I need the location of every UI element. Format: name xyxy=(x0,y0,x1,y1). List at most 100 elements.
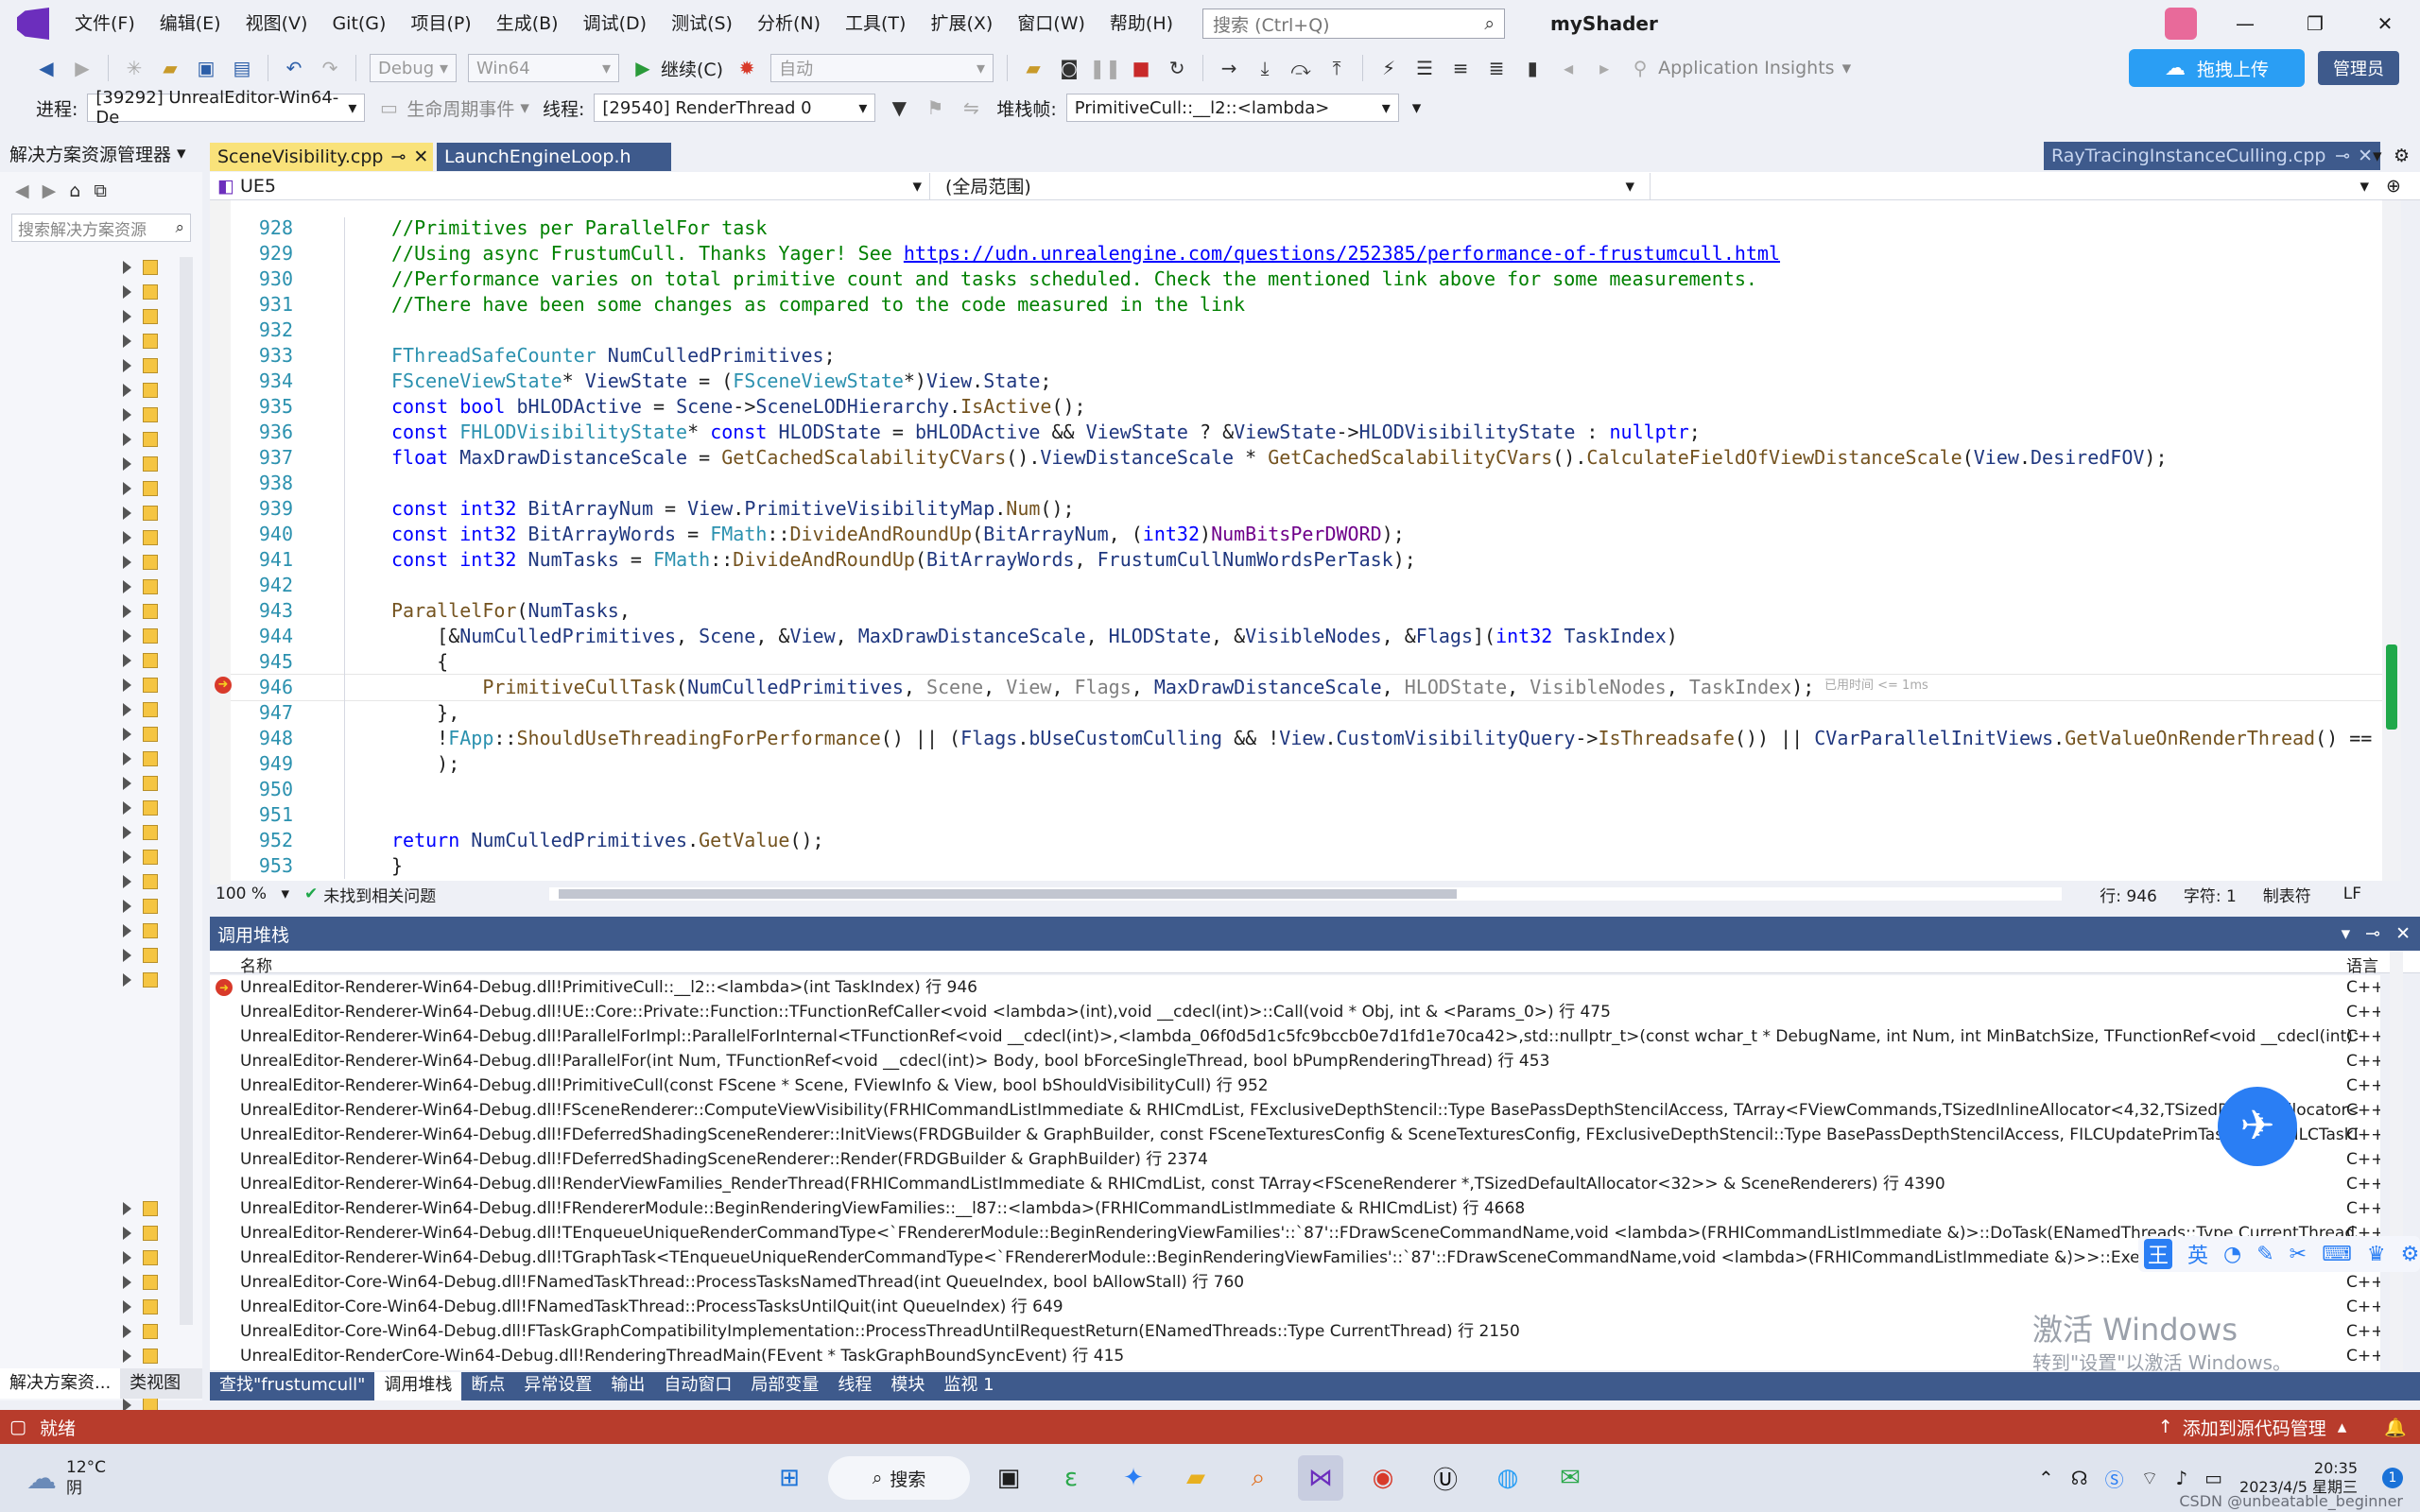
expand-arrow-icon[interactable] xyxy=(123,359,131,372)
expand-arrow-icon[interactable] xyxy=(123,949,131,962)
code-line[interactable]: 950 xyxy=(210,777,2382,802)
notification-badge-icon[interactable]: 1 xyxy=(2382,1468,2403,1488)
code-line[interactable]: 930//Performance varies on total primiti… xyxy=(210,266,2382,292)
forward-icon[interactable]: ▶ xyxy=(43,180,57,201)
callstack-row[interactable]: UnrealEditor-Renderer-Win64-Debug.dll!FR… xyxy=(210,1196,2380,1221)
code-line[interactable]: 938 xyxy=(210,471,2382,496)
callstack-row[interactable]: UnrealEditor-Renderer-Win64-Debug.dll!Re… xyxy=(210,1172,2380,1196)
solution-tree-node[interactable] xyxy=(123,427,158,452)
solution-tree-node[interactable] xyxy=(123,894,158,919)
fire-icon[interactable]: ✹ xyxy=(734,55,760,81)
breakpoint-margin[interactable] xyxy=(210,200,231,885)
menu-extensions[interactable]: 扩展(X) xyxy=(918,0,1005,47)
new-project-icon[interactable]: ✳ xyxy=(121,55,147,81)
tab-launchengineloop[interactable]: LaunchEngineLoop.h xyxy=(437,143,671,171)
expand-arrow-icon[interactable] xyxy=(123,1325,131,1338)
code-line[interactable]: 929//Using async FrustumCull. Thanks Yag… xyxy=(210,241,2382,266)
restore-icon[interactable]: ❐ xyxy=(2280,0,2350,47)
bookmark-icon[interactable]: ▮ xyxy=(1519,55,1546,81)
solution-tree-node[interactable] xyxy=(123,943,158,968)
callstack-row[interactable]: UnrealEditor-Core-Win64-Debug.dll!FNamed… xyxy=(210,1270,2380,1295)
tab-threads[interactable]: 线程 xyxy=(828,1372,881,1400)
everything-search-icon[interactable]: ⌕ xyxy=(1236,1455,1281,1501)
column-indicator[interactable]: 字符: 1 xyxy=(2184,883,2237,906)
expand-arrow-icon[interactable] xyxy=(123,605,131,618)
solution-tree-node[interactable] xyxy=(123,919,158,943)
solution-tree-node[interactable] xyxy=(123,1270,158,1295)
editor-vertical-scrollbar[interactable] xyxy=(2382,200,2401,885)
code-line[interactable]: 948 !FApp::ShouldUseThreadingForPerforma… xyxy=(210,726,2382,751)
chevron-down-icon[interactable]: ▾ xyxy=(2342,923,2351,944)
comment-icon[interactable]: ≡ xyxy=(1447,55,1474,81)
expand-arrow-icon[interactable] xyxy=(123,654,131,667)
tab-solution-explorer[interactable]: 解决方案资... xyxy=(0,1368,121,1399)
zoom-dropdown[interactable]: 100 % ▾ xyxy=(210,885,295,903)
chrome-icon[interactable]: ◉ xyxy=(1360,1455,1406,1501)
ime-punct-icon[interactable]: ◔ xyxy=(2223,1243,2241,1266)
tray-app-icon[interactable]: ☊ xyxy=(2071,1467,2088,1489)
start-icon[interactable]: ⊞ xyxy=(767,1455,812,1501)
weather-widget[interactable]: ☁ 12°C 阴 xyxy=(26,1457,106,1499)
expand-arrow-icon[interactable] xyxy=(123,261,131,274)
tab-scenevisibility[interactable]: SceneVisibility.cpp ⊸ ✕ xyxy=(210,143,433,171)
expand-arrow-icon[interactable] xyxy=(123,703,131,716)
upload-button[interactable]: ☁ 拖拽上传 xyxy=(2129,49,2305,87)
thread-toggle-icon[interactable]: ⇋ xyxy=(958,94,984,121)
application-insights-button[interactable]: Application Insights xyxy=(1658,58,1834,78)
expand-arrow-icon[interactable] xyxy=(123,384,131,397)
solution-tree-node[interactable] xyxy=(123,771,158,796)
solution-tree-node[interactable] xyxy=(123,820,158,845)
expand-arrow-icon[interactable] xyxy=(123,285,131,299)
screenshot-icon[interactable]: ◙ xyxy=(1056,55,1082,81)
globe-app-icon[interactable]: ◍ xyxy=(1485,1455,1530,1501)
solution-tree-node[interactable] xyxy=(123,697,158,722)
pin-icon[interactable]: ⊸ xyxy=(2365,923,2380,944)
format-icon[interactable]: ☰ xyxy=(1411,55,1438,81)
step-into-icon[interactable]: ⤓ xyxy=(1252,55,1278,81)
solution-tree-node[interactable] xyxy=(123,378,158,403)
battery-icon[interactable]: ▭ xyxy=(2204,1467,2222,1489)
tab-autos[interactable]: 自动窗口 xyxy=(654,1372,741,1400)
folder-icon[interactable]: ▰ xyxy=(1020,55,1046,81)
expand-arrow-icon[interactable] xyxy=(123,1227,131,1240)
floating-assistant-icon[interactable]: ✈ xyxy=(2218,1087,2297,1166)
menu-tools[interactable]: 工具(T) xyxy=(833,0,918,47)
home-icon[interactable]: ⌂ xyxy=(69,180,80,201)
solution-tree-node[interactable] xyxy=(123,255,158,280)
hot-reload-icon[interactable]: ⚡ xyxy=(1375,55,1402,81)
code-line[interactable]: 944 [&NumCulledPrimitives, Scene, &View,… xyxy=(210,624,2382,649)
feishu-icon[interactable]: ✦ xyxy=(1111,1455,1156,1501)
step-out-icon[interactable]: ⤒ xyxy=(1323,55,1350,81)
solution-tree-node[interactable] xyxy=(123,550,158,575)
wifi-icon[interactable]: ⌔ xyxy=(2141,1467,2159,1490)
tab-indicator[interactable]: 制表符 xyxy=(2263,883,2311,906)
solution-tree-node[interactable] xyxy=(123,1221,158,1246)
global-search-box[interactable]: 搜索 (Ctrl+Q) ⌕ xyxy=(1202,9,1506,39)
switch-view-icon[interactable]: ⧉ xyxy=(94,180,107,201)
tray-overflow-icon[interactable]: ⌃ xyxy=(2038,1467,2054,1489)
menu-window[interactable]: 窗口(W) xyxy=(1005,0,1098,47)
solution-tree-node[interactable] xyxy=(123,304,158,329)
solution-tree-node[interactable] xyxy=(123,1246,158,1270)
undo-icon[interactable]: ↶ xyxy=(281,55,307,81)
visual-studio-icon[interactable]: ⋈ xyxy=(1298,1455,1344,1501)
redo-icon[interactable]: ↷ xyxy=(317,55,343,81)
continue-button[interactable]: 继续(C) xyxy=(661,56,723,81)
tray-ime-icon[interactable]: Ⓢ xyxy=(2105,1465,2124,1492)
menu-build[interactable]: 生成(B) xyxy=(484,0,571,47)
add-to-source-control[interactable]: 添加到源代码管理 xyxy=(2183,1415,2326,1440)
solution-tree-node[interactable] xyxy=(123,476,158,501)
ime-shirt-icon[interactable]: ♛ xyxy=(2367,1243,2386,1266)
tab-list-icon[interactable]: ▾ xyxy=(2373,146,2382,166)
expand-arrow-icon[interactable] xyxy=(123,679,131,692)
stackframe-dropdown[interactable]: PrimitiveCull::__l2::<lambda> ▾ xyxy=(1065,94,1399,122)
ime-settings-icon[interactable]: ⚙ xyxy=(2401,1243,2420,1266)
ime-keyboard-icon[interactable]: ⌨ xyxy=(2322,1243,2352,1266)
tab-watch-1[interactable]: 监视 1 xyxy=(934,1372,1003,1400)
code-line[interactable]: 947 }, xyxy=(210,700,2382,726)
callstack-row[interactable]: UnrealEditor-Renderer-Win64-Debug.dll!Pr… xyxy=(210,1074,2380,1098)
ime-tools-icon[interactable]: ✂ xyxy=(2290,1243,2307,1266)
wechat-icon[interactable]: ✉ xyxy=(1547,1455,1593,1501)
pause-icon[interactable]: ❚❚ xyxy=(1089,55,1121,81)
callstack-row[interactable]: UnrealEditor-Renderer-Win64-Debug.dll!FS… xyxy=(210,1098,2380,1123)
